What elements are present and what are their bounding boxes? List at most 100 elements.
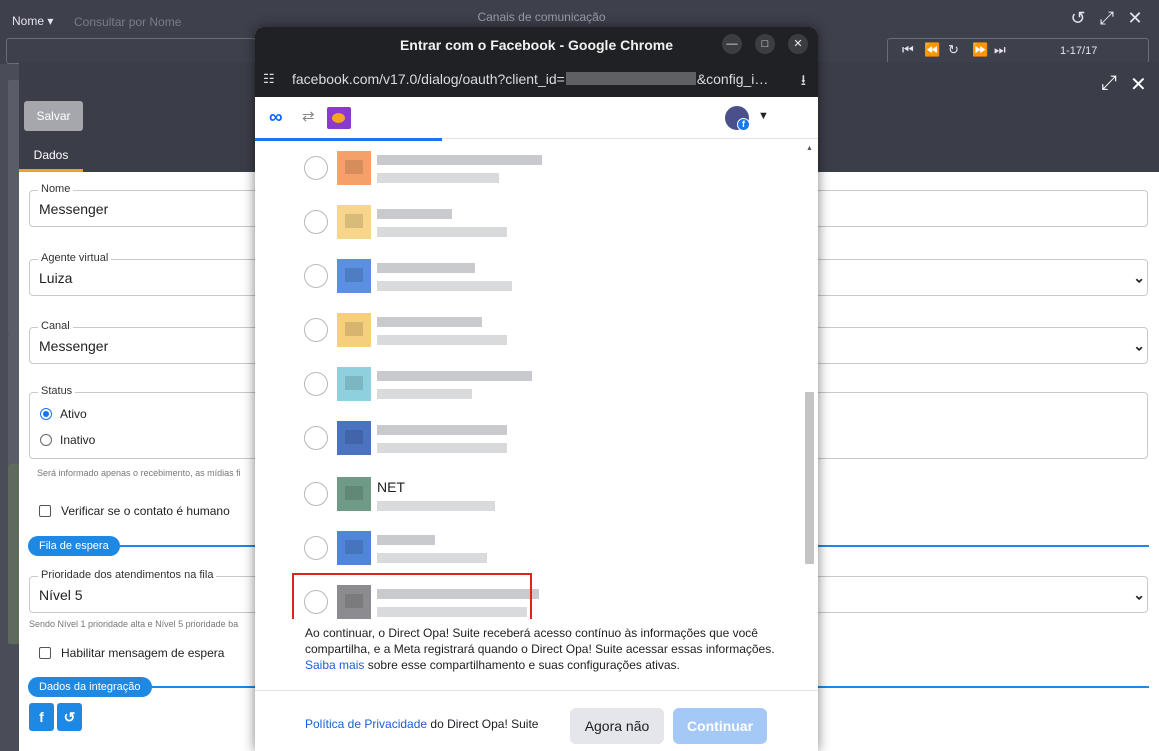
close-icon[interactable]: ✕: [1124, 7, 1146, 29]
page-option[interactable]: [255, 249, 802, 303]
status-helper: Será informado apenas o recebimento, as …: [37, 468, 241, 478]
status-option-ativo: Ativo: [60, 407, 87, 421]
redacted-page-detail: [377, 281, 512, 291]
first-page-icon[interactable]: ⏮: [902, 42, 914, 58]
redacted-page-name: [377, 317, 482, 327]
prioridade-value: Nível 5: [39, 587, 83, 603]
popup-titlebar: Entrar com o Facebook - Google Chrome — …: [255, 27, 818, 63]
redacted-page-name: [377, 535, 435, 545]
next-page-icon[interactable]: ⏩: [972, 42, 988, 58]
swap-icon: ⇄: [302, 108, 315, 125]
url-text: facebook.com/v17.0/dialog/oauth?client_i…: [292, 71, 768, 87]
canal-value: Messenger: [39, 338, 109, 354]
page-option[interactable]: [255, 303, 802, 357]
privacy-notice: Política de Privacidade do Direct Opa! S…: [305, 717, 538, 731]
last-page-icon[interactable]: ⏭: [994, 42, 1006, 58]
url-prefix: facebook.com/v17.0/dialog/oauth?client_i…: [292, 71, 565, 87]
page-option[interactable]: [255, 195, 802, 249]
pager: ⏮ ⏪ ↻ ⏩ ⏭ 1-17/17: [887, 38, 1149, 64]
save-button[interactable]: Salvar: [24, 101, 83, 131]
site-settings-icon[interactable]: ☷: [263, 71, 275, 87]
page-radio[interactable]: [304, 536, 328, 560]
meta-logo-icon: ∞: [269, 107, 283, 128]
agente-label: Agente virtual: [38, 252, 112, 264]
page-radio[interactable]: [304, 210, 328, 234]
minimize-icon[interactable]: —: [722, 34, 742, 54]
url-bar[interactable]: ☷ facebook.com/v17.0/dialog/oauth?client…: [255, 63, 818, 97]
chevron-down-icon: ⌄: [1133, 337, 1145, 353]
collapse-icon[interactable]: ⤢: [1096, 7, 1118, 29]
close-icon[interactable]: ✕: [1130, 72, 1147, 97]
redacted-block: [565, 72, 696, 85]
privacy-tail: do Direct Opa! Suite: [430, 717, 539, 731]
canal-label: Canal: [38, 320, 73, 332]
history-icon[interactable]: ↺: [1067, 7, 1089, 29]
checkbox[interactable]: [39, 505, 51, 517]
filter-box[interactable]: [6, 38, 256, 64]
integracao-section-title: Dados da integração: [28, 677, 152, 697]
url-suffix: &config_i…: [696, 71, 769, 87]
left-edge-strip: [0, 64, 19, 751]
search-input[interactable]: Consultar por Nome: [74, 15, 181, 29]
status-ativo[interactable]: Ativo: [40, 407, 87, 421]
redacted-page-detail: [377, 501, 495, 511]
page-option[interactable]: [255, 357, 802, 411]
page-radio[interactable]: [304, 318, 328, 342]
scroll-up-icon[interactable]: ▲: [806, 145, 813, 152]
redacted-page-name: [377, 371, 532, 381]
status-inativo[interactable]: Inativo: [40, 433, 95, 447]
radio-ativo[interactable]: [40, 408, 52, 420]
collapse-icon[interactable]: ⤢: [1101, 72, 1117, 95]
facebook-connect-button[interactable]: f: [29, 703, 54, 731]
page-name: NET: [377, 479, 405, 495]
page-radio[interactable]: [304, 426, 328, 450]
redacted-page-detail: [377, 553, 487, 563]
page-option[interactable]: [255, 141, 802, 195]
page-radio[interactable]: [304, 482, 328, 506]
close-icon[interactable]: ✕: [788, 34, 808, 54]
page-thumbnail: [337, 531, 371, 565]
install-app-icon[interactable]: ⭳: [801, 70, 806, 95]
scrollbar[interactable]: ▲: [802, 139, 818, 619]
page-radio[interactable]: [304, 264, 328, 288]
continuar-button[interactable]: Continuar: [673, 708, 767, 744]
highlight-box: [292, 573, 532, 619]
page-thumbnail: [337, 259, 371, 293]
tab-dados[interactable]: Dados: [19, 142, 83, 172]
page-radio[interactable]: [304, 372, 328, 396]
redacted-page-detail: [377, 335, 507, 345]
checkbox[interactable]: [39, 647, 51, 659]
verificar-label: Verificar se o contato é humano: [61, 504, 230, 518]
page-thumbnail: [337, 205, 371, 239]
consent-tail: sobre esse compartilhamento e suas confi…: [367, 658, 680, 672]
chevron-down-icon: ⌄: [1133, 586, 1145, 602]
page-thumbnail: [337, 151, 371, 185]
page-list: NET: [255, 139, 802, 619]
prioridade-label: Prioridade dos atendimentos na fila: [38, 569, 217, 581]
page-radio[interactable]: [304, 156, 328, 180]
verificar-checkbox[interactable]: Verificar se o contato é humano: [39, 504, 230, 518]
page-option[interactable]: [255, 411, 802, 465]
agora-nao-button[interactable]: Agora não: [570, 708, 664, 744]
scrollbar-thumb[interactable]: [805, 392, 814, 564]
page-option[interactable]: NET: [255, 467, 802, 521]
redacted-page-detail: [377, 389, 472, 399]
app-logo-icon: [327, 107, 351, 129]
habilitar-checkbox[interactable]: Habilitar mensagem de espera: [39, 646, 224, 660]
filter-select[interactable]: Nome ▾: [12, 14, 53, 28]
caret-down-icon[interactable]: ▼: [758, 110, 769, 122]
redacted-page-detail: [377, 173, 499, 183]
privacy-link[interactable]: Política de Privacidade: [305, 717, 427, 731]
page-option[interactable]: [255, 521, 802, 575]
reset-integration-button[interactable]: ↺: [57, 703, 82, 731]
maximize-icon[interactable]: □: [755, 34, 775, 54]
radio-inativo[interactable]: [40, 434, 52, 446]
redacted-page-detail: [377, 227, 507, 237]
page-thumbnail: [337, 313, 371, 347]
nome-label: Nome: [38, 183, 74, 195]
prev-page-icon[interactable]: ⏪: [924, 42, 940, 58]
refresh-icon[interactable]: ↻: [948, 42, 959, 58]
consent-body: Ao continuar, o Direct Opa! Suite recebe…: [305, 626, 775, 656]
saiba-mais-link[interactable]: Saiba mais: [305, 658, 364, 672]
fila-section-title: Fila de espera: [28, 536, 120, 556]
